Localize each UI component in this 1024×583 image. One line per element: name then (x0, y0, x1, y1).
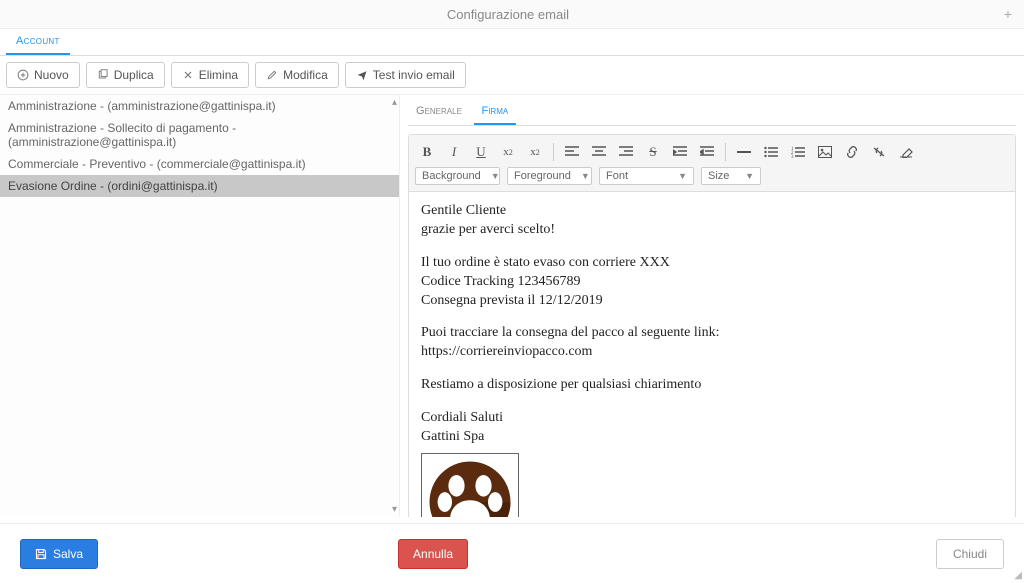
erase-icon[interactable] (894, 141, 918, 163)
email-list: Amministrazione - (amministrazione@gatti… (0, 95, 399, 517)
action-toolbar: Nuovo Duplica Elimina Modifica Test invi… (0, 56, 1024, 95)
hr-icon[interactable] (732, 141, 756, 163)
scroll-up-icon[interactable]: ▴ (392, 97, 397, 108)
foreground-select[interactable]: Foreground▼ (507, 167, 592, 185)
unlink-icon[interactable] (867, 141, 891, 163)
test-invio-button[interactable]: Test invio email (345, 62, 466, 88)
resize-grip-icon[interactable]: ◢ (1014, 570, 1022, 581)
send-icon (356, 69, 368, 81)
background-select[interactable]: Background▼ (415, 167, 500, 185)
superscript-icon[interactable]: x2 (523, 141, 547, 163)
subscript-icon[interactable]: x2 (496, 141, 520, 163)
sub-tabs: Generale Firma (408, 95, 1016, 126)
logo-image (421, 453, 519, 517)
nuovo-button[interactable]: Nuovo (6, 62, 80, 88)
duplica-button[interactable]: Duplica (86, 62, 165, 88)
editor-toolbar: B I U x2 x2 S 123 (409, 135, 1015, 192)
main-tabs: Account (0, 29, 1024, 56)
annulla-button[interactable]: Annulla (398, 539, 468, 569)
font-select[interactable]: Font▼ (599, 167, 694, 185)
editor-panel: Generale Firma B I U x2 x2 S (400, 95, 1024, 517)
signature-line: Gattini Spa (421, 428, 1003, 447)
x-icon (182, 69, 194, 81)
align-center-icon[interactable] (587, 141, 611, 163)
underline-icon[interactable]: U (469, 141, 493, 163)
modifica-button[interactable]: Modifica (255, 62, 339, 88)
svg-text:3: 3 (791, 155, 794, 158)
size-select[interactable]: Size▼ (701, 167, 761, 185)
list-item[interactable]: Amministrazione - (amministrazione@gatti… (0, 95, 399, 117)
image-icon[interactable] (813, 141, 837, 163)
tab-account[interactable]: Account (6, 29, 70, 55)
tab-firma[interactable]: Firma (474, 101, 517, 125)
outdent-icon[interactable] (695, 141, 719, 163)
window-title: Configurazione email (12, 7, 1004, 22)
signature-line: Cordiali Saluti (421, 409, 1003, 428)
signature-line: grazie per averci scelto! (421, 221, 1003, 240)
bold-icon[interactable]: B (415, 141, 439, 163)
rich-text-editor: B I U x2 x2 S 123 (408, 134, 1016, 517)
tracking-link[interactable]: https://corriereinviopacco.com (421, 344, 592, 359)
list-ol-icon[interactable]: 123 (786, 141, 810, 163)
scroll-down-icon[interactable]: ▾ (392, 504, 397, 515)
signature-line: Codice Tracking 123456789 (421, 273, 1003, 292)
email-list-panel: ▴ Amministrazione - (amministrazione@gat… (0, 95, 400, 517)
align-right-icon[interactable] (614, 141, 638, 163)
link-icon[interactable] (840, 141, 864, 163)
signature-line: Consegna prevista il 12/12/2019 (421, 292, 1003, 311)
signature-line: Gentile Cliente (421, 202, 1003, 221)
list-ul-icon[interactable] (759, 141, 783, 163)
align-left-icon[interactable] (560, 141, 584, 163)
list-item[interactable]: Commerciale - Preventivo - (commerciale@… (0, 153, 399, 175)
italic-icon[interactable]: I (442, 141, 466, 163)
plus-circle-icon (17, 69, 29, 81)
list-item[interactable]: Evasione Ordine - (ordini@gattinispa.it) (0, 175, 399, 197)
tab-generale[interactable]: Generale (408, 101, 470, 123)
indent-icon[interactable] (668, 141, 692, 163)
strikethrough-icon[interactable]: S (641, 141, 665, 163)
pencil-icon (266, 69, 278, 81)
elimina-button[interactable]: Elimina (171, 62, 249, 88)
editor-content[interactable]: Gentile Cliente grazie per averci scelto… (409, 192, 1015, 517)
salva-button[interactable]: Salva (20, 539, 98, 569)
add-icon[interactable]: + (1004, 6, 1012, 22)
signature-line: Puoi tracciare la consegna del pacco al … (421, 324, 1003, 343)
footer-bar: Salva Annulla Chiudi (0, 523, 1024, 583)
list-item[interactable]: Amministrazione - Sollecito di pagamento… (0, 117, 399, 153)
window-header: Configurazione email + (0, 0, 1024, 29)
copy-icon (97, 69, 109, 81)
chiudi-button[interactable]: Chiudi (936, 539, 1004, 569)
signature-line: Il tuo ordine è stato evaso con corriere… (421, 254, 1003, 273)
signature-line: Restiamo a disposizione per qualsiasi ch… (421, 376, 1003, 395)
save-icon (35, 548, 47, 560)
